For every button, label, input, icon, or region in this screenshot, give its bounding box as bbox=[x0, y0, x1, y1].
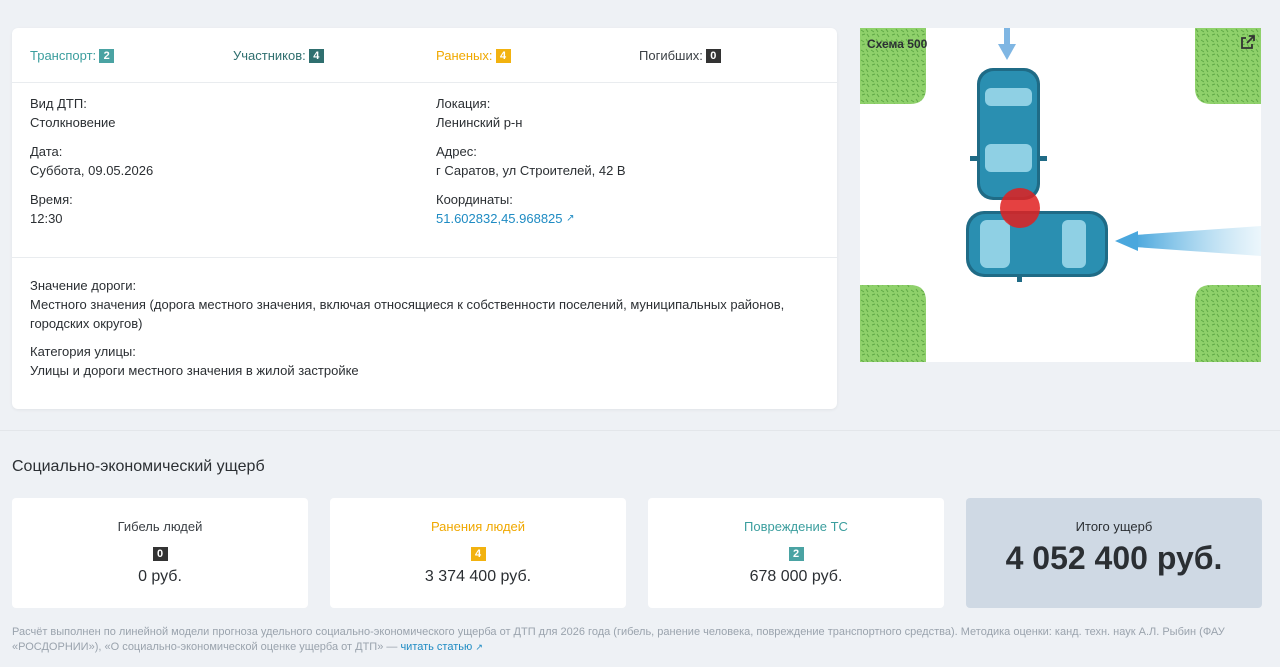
field-date: Дата: Суббота, 09.05.2026 bbox=[30, 142, 153, 180]
collision-point bbox=[1000, 188, 1040, 228]
damage-card-vehicle: Повреждение ТС 2 678 000 руб. bbox=[648, 498, 944, 608]
damage-card-death: Гибель людей 0 0 руб. bbox=[12, 498, 308, 608]
grass-bottom-left bbox=[860, 285, 926, 362]
car-vertical bbox=[970, 68, 1047, 200]
arrow-down-icon bbox=[998, 28, 1016, 60]
death-badge: 0 bbox=[152, 547, 168, 561]
road-value-label: Значение дороги: bbox=[30, 278, 137, 293]
stat-dead-badge: 0 bbox=[705, 48, 721, 63]
damage-section-title: Социально-экономический ущерб bbox=[12, 458, 265, 475]
external-link-icon[interactable]: ↗ bbox=[566, 213, 574, 224]
stat-participants-badge: 4 bbox=[308, 48, 324, 63]
damage-card-injury: Ранения людей 4 3 374 400 руб. bbox=[330, 498, 626, 608]
address-value: г Саратов, ул Строителей, 42 В bbox=[436, 163, 626, 178]
address-label: Адрес: bbox=[436, 144, 477, 159]
time-label: Время: bbox=[30, 192, 73, 207]
vehicle-title: Повреждение ТС bbox=[744, 519, 848, 534]
section-divider bbox=[0, 430, 1280, 431]
field-accident-type: Вид ДТП: Столкновение bbox=[30, 94, 115, 132]
read-article-link[interactable]: читать статью bbox=[400, 641, 472, 653]
field-address: Адрес: г Саратов, ул Строителей, 42 В bbox=[436, 142, 626, 180]
stat-injured-label: Раненых: bbox=[436, 48, 493, 63]
injury-sum: 3 374 400 руб. bbox=[424, 568, 532, 585]
accident-scheme[interactable]: Схема 500 bbox=[860, 28, 1261, 362]
car-horizontal bbox=[966, 211, 1108, 282]
location-value: Ленинский р-н bbox=[436, 115, 523, 130]
stat-participants-label: Участников: bbox=[233, 48, 306, 63]
methodology-line2: «РОСДОРНИИ»), «О социально-экономической… bbox=[12, 641, 398, 653]
total-sum: 4 052 400 руб. bbox=[1005, 540, 1223, 576]
road-value-line2: городских округов) bbox=[30, 316, 143, 331]
field-location: Локация: Ленинский р-н bbox=[436, 94, 522, 132]
card-divider bbox=[12, 257, 837, 258]
accident-type-value: Столкновение bbox=[30, 115, 116, 130]
time-value: 12:30 bbox=[30, 211, 63, 226]
street-category-label: Категория улицы: bbox=[30, 344, 136, 359]
stat-participants: Участников: 4 bbox=[233, 48, 324, 63]
external-link-icon[interactable] bbox=[1241, 35, 1255, 49]
death-title: Гибель людей bbox=[117, 519, 203, 534]
death-sum: 0 руб. bbox=[138, 568, 182, 585]
accident-type-label: Вид ДТП: bbox=[30, 96, 87, 111]
coordinates-link[interactable]: 51.602832,45.968825 bbox=[436, 211, 563, 226]
accident-info-card: Транспорт: 2 Участников: 4 Раненых: 4 По… bbox=[12, 28, 837, 409]
damage-card-total: Итого ущерб 4 052 400 руб. bbox=[966, 498, 1262, 608]
methodology-note: Расчёт выполнен по линейной модели прогн… bbox=[12, 625, 1268, 655]
stat-dead: Погибших: 0 bbox=[639, 48, 721, 63]
stat-dead-label: Погибших: bbox=[639, 48, 703, 63]
field-road-value: Значение дороги: Местного значения (доро… bbox=[30, 276, 820, 333]
date-value: Суббота, 09.05.2026 bbox=[30, 163, 154, 178]
arrow-left-icon bbox=[1115, 226, 1261, 256]
stat-injured-badge: 4 bbox=[495, 48, 511, 63]
field-coordinates: Координаты: 51.602832,45.968825 ↗ bbox=[436, 190, 575, 228]
vehicle-badge: 2 bbox=[788, 547, 804, 561]
injury-badge: 4 bbox=[470, 547, 486, 561]
total-title: Итого ущерб bbox=[1075, 519, 1153, 534]
stat-transport: Транспорт: 2 bbox=[30, 48, 115, 63]
field-time: Время: 12:30 bbox=[30, 190, 73, 228]
stats-bar: Транспорт: 2 Участников: 4 Раненых: 4 По… bbox=[12, 28, 837, 83]
scheme-title: Схема 500 bbox=[867, 37, 928, 51]
field-street-category: Категория улицы: Улицы и дороги местного… bbox=[30, 342, 359, 380]
scheme-drawing bbox=[860, 28, 1261, 362]
coordinates-label: Координаты: bbox=[436, 192, 513, 207]
grass-bottom-right bbox=[1195, 285, 1261, 362]
vehicle-sum: 678 000 руб. bbox=[749, 568, 843, 585]
methodology-line1: Расчёт выполнен по линейной модели прогн… bbox=[12, 626, 1225, 638]
location-label: Локация: bbox=[436, 96, 491, 111]
road-value-line1: Местного значения (дорога местного значе… bbox=[30, 297, 785, 312]
street-category-value: Улицы и дороги местного значения в жилой… bbox=[30, 363, 359, 378]
stat-transport-label: Транспорт: bbox=[30, 48, 97, 63]
stat-transport-badge: 2 bbox=[99, 48, 115, 63]
injury-title: Ранения людей bbox=[430, 519, 526, 534]
stat-injured: Раненых: 4 bbox=[436, 48, 511, 63]
external-link-icon: ↗ bbox=[475, 642, 483, 652]
date-label: Дата: bbox=[30, 144, 63, 159]
